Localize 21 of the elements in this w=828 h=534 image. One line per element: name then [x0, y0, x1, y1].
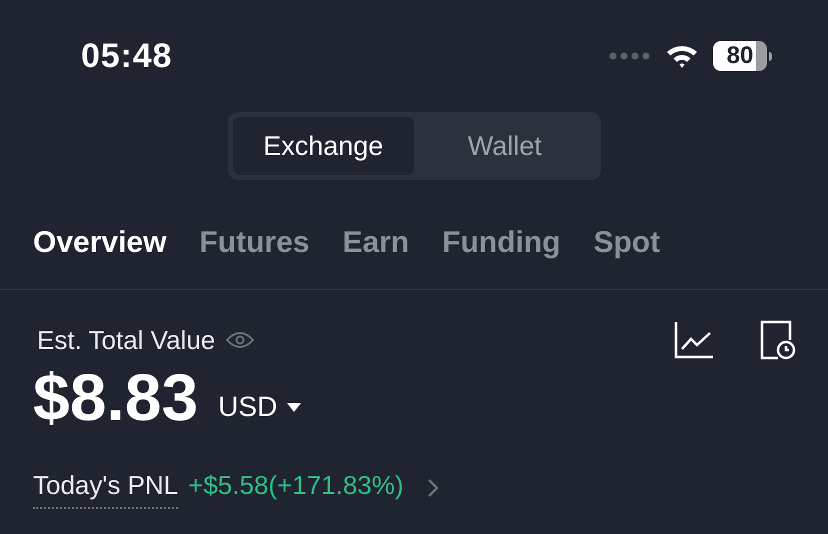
segment-tab[interactable]: Exchange — [232, 117, 414, 175]
tab[interactable]: Spot — [593, 220, 660, 265]
line-chart-icon[interactable] — [674, 321, 714, 359]
tab[interactable]: Funding — [442, 220, 560, 265]
signal-dots-icon — [609, 52, 651, 60]
battery-indicator: 80 — [713, 41, 772, 71]
chevron-right-icon[interactable] — [428, 478, 438, 496]
document-clock-icon[interactable] — [760, 320, 796, 360]
segment-tab[interactable]: Wallet — [414, 117, 596, 175]
tab[interactable]: Earn — [342, 220, 410, 265]
currency-selector[interactable]: USD — [218, 386, 302, 428]
total-value-label: Est. Total Value — [37, 324, 216, 356]
pnl-value: +$5.58(+171.83%) — [188, 469, 404, 502]
wifi-icon — [665, 43, 699, 69]
eye-icon[interactable] — [225, 330, 256, 350]
status-time: 05:48 — [81, 36, 172, 76]
tab[interactable]: Futures — [199, 220, 310, 265]
caret-icon — [287, 402, 302, 412]
tab[interactable]: Overview — [33, 220, 166, 265]
pnl-label[interactable]: Today's PNL — [33, 466, 178, 509]
total-value-amount: $8.83 — [33, 364, 198, 430]
